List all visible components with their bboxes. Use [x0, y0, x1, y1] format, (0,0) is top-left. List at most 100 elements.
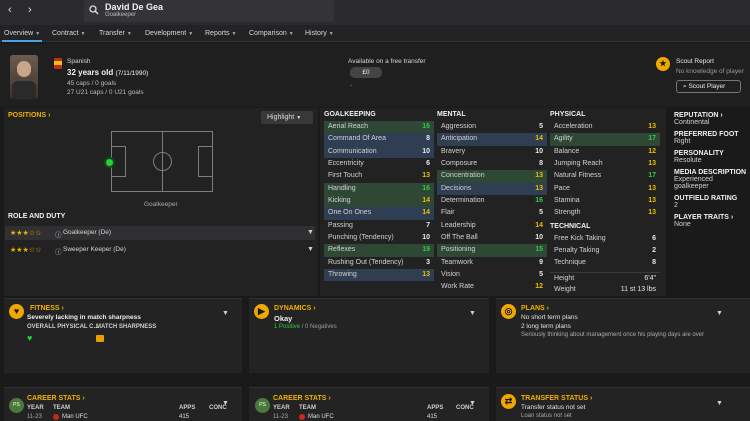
attribute-row[interactable]: Vision 5 [437, 269, 547, 281]
attribute-row[interactable]: Kicking 14 [324, 195, 434, 208]
tab-development[interactable]: Development ▼ [145, 30, 193, 37]
player-traits-label[interactable]: PLAYER TRAITS › [674, 214, 750, 221]
attribute-row[interactable]: Concentration 13 [437, 170, 547, 183]
col-apps: APPS [427, 405, 444, 411]
player-name: David De Gea [105, 2, 164, 12]
attribute-row[interactable]: Teamwork 9 [437, 257, 547, 269]
plans-short-term: No short term plans [521, 314, 578, 321]
physical-column: PHYSICAL Acceleration 13 Agility 17 Balanc… [550, 111, 660, 296]
attribute-row[interactable]: Passing 7 [324, 220, 434, 232]
attribute-row[interactable]: Penalty Taking 2 [550, 245, 660, 257]
attribute-row[interactable]: One On Ones 14 [324, 207, 434, 220]
technical-title: TECHNICAL [550, 222, 591, 230]
attribute-row[interactable]: Off The Ball 10 [437, 232, 547, 244]
career-stats-title[interactable]: CAREER STATS › [27, 395, 85, 402]
dynamics-summary: 1 Positive / 0 Negatives [274, 324, 337, 330]
goalkeeping-column: GOALKEEPING Aerial Reach 16 Command Of Ar… [324, 111, 434, 282]
outfield-rating-value: 2 [674, 202, 678, 209]
col-team: TEAM [299, 405, 316, 411]
tab-history[interactable]: History ▼ [305, 30, 334, 37]
attribute-row[interactable]: Natural Fitness 17 [550, 170, 660, 182]
attribute-row[interactable]: Eccentricity 6 [324, 158, 434, 170]
attribute-row[interactable]: Handling 16 [324, 182, 434, 196]
chevron-down-icon[interactable]: ▼ [716, 310, 723, 317]
attribute-row[interactable]: Jumping Reach 13 [550, 158, 660, 170]
attribute-row[interactable]: Aggression 5 [437, 121, 547, 133]
avatar [10, 55, 38, 99]
attribute-row[interactable]: Determination 16 [437, 195, 547, 207]
plans-title[interactable]: PLANS › [521, 305, 549, 312]
attribute-row[interactable]: Flair 5 [437, 207, 547, 219]
attribute-row[interactable]: Composure 8 [437, 158, 547, 170]
role-row-goalkeeper[interactable]: ★★★☆☆ ⓘ Goalkeeper (De) ▼ [5, 226, 315, 240]
career-team[interactable]: Man UFC [62, 414, 88, 420]
match-sharpness-label: MATCH SHARPNESS [96, 324, 157, 330]
player-position: Goalkeeper [105, 12, 137, 18]
tab-overview[interactable]: Overview ▼ [4, 30, 40, 37]
tab-transfer[interactable]: Transfer ▼ [99, 30, 132, 37]
attribute-row[interactable]: Leadership 14 [437, 220, 547, 232]
career-team[interactable]: Man UFC [308, 414, 334, 420]
attribute-row[interactable]: Strength 13 [550, 207, 660, 219]
attribute-row[interactable]: Punching (Tendency) 10 [324, 232, 434, 244]
chevron-down-icon[interactable]: ▼ [307, 229, 314, 236]
attribute-row[interactable]: Technique 8 [550, 257, 660, 269]
player-info-sidebar: REPUTATION › Continental PREFERRED FOOT … [674, 112, 750, 228]
chevron-down-icon[interactable]: ▼ [222, 310, 229, 317]
attribute-row[interactable]: Positioning 15 [437, 244, 547, 257]
attribute-row[interactable]: First Touch 13 [324, 170, 434, 182]
attribute-row[interactable]: Reflexes 19 [324, 244, 434, 257]
media-description-label: MEDIA DESCRIPTION [674, 169, 747, 176]
chevron-down-icon[interactable]: ▼ [716, 400, 723, 407]
chevron-down-icon[interactable]: ▼ [307, 246, 314, 253]
scout-report-title: Scout Report [676, 58, 714, 65]
attribute-row[interactable]: Bravery 10 [437, 146, 547, 158]
preferred-foot-value: Right [674, 138, 691, 145]
attribute-row[interactable]: Acceleration 13 [550, 121, 660, 133]
attribute-row[interactable]: Pace 13 [550, 183, 660, 195]
media-description-value: Experienced goalkeeper [674, 176, 713, 190]
attribute-row[interactable]: Rushing Out (Tendency) 3 [324, 257, 434, 269]
search-icon[interactable] [89, 5, 99, 15]
play-arrow-icon: ▶ [254, 304, 269, 319]
dynamics-title[interactable]: DYNAMICS › [274, 305, 316, 312]
scout-player-label: Scout Player [688, 83, 726, 90]
positions-title[interactable]: POSITIONS › [8, 112, 50, 119]
career-year: 11-23 [273, 414, 288, 420]
goalkeeper-position-marker[interactable] [104, 157, 115, 168]
star-icon: ★ [656, 57, 670, 71]
attribute-row[interactable]: Free Kick Taking 6 [550, 233, 660, 245]
attribute-row[interactable]: Decisions 13 [437, 182, 547, 196]
attribute-row[interactable]: Aerial Reach 16 [324, 121, 434, 134]
attribute-row[interactable]: Agility 17 [550, 133, 660, 146]
attribute-row[interactable]: Stamina 13 [550, 195, 660, 207]
tab-reports[interactable]: Reports ▼ [205, 30, 236, 37]
attribute-row[interactable]: Command Of Area 8 [324, 133, 434, 146]
tab-contract[interactable]: Contract ▼ [52, 30, 85, 37]
dynamics-status: Okay [274, 314, 293, 323]
attribute-row[interactable]: Anticipation 14 [437, 133, 547, 146]
target-icon: ◎ [501, 304, 516, 319]
role-row-sweeper-keeper[interactable]: ★★★☆☆ ⓘ Sweeper Keeper (De) ▼ [5, 243, 315, 257]
attribute-row[interactable]: Communication 10 [324, 145, 434, 159]
attribute-row[interactable]: Throwing 13 [324, 269, 434, 282]
col-conc: CONC [209, 405, 227, 411]
tab-comparison[interactable]: Comparison ▼ [249, 30, 294, 37]
scout-player-button[interactable]: ⌕ Scout Player [676, 80, 741, 93]
chevron-down-icon[interactable]: ▼ [469, 310, 476, 317]
career-year: 11-23 [27, 414, 42, 420]
career-stats-title[interactable]: CAREER STATS › [273, 395, 331, 402]
scout-report-text: No knowledge of player [676, 68, 744, 75]
nationality: Spanish [67, 58, 91, 65]
height-row: Height 6'4" [550, 271, 660, 284]
back-arrow-icon[interactable]: ‹ [8, 4, 12, 16]
col-apps: APPS [179, 405, 196, 411]
attribute-row[interactable]: Balance 12 [550, 146, 660, 158]
fitness-title[interactable]: FITNESS › [30, 305, 64, 312]
transfer-status-title[interactable]: TRANSFER STATUS › [521, 395, 592, 402]
loan-status-line: Loan status not set [521, 413, 572, 419]
fitness-status: Severely lacking in match sharpness [27, 314, 141, 321]
highlight-dropdown[interactable]: Highlight ▼ [261, 111, 313, 124]
attribute-row[interactable]: Work Rate 12 [437, 281, 547, 293]
forward-arrow-icon[interactable]: › [28, 4, 32, 16]
